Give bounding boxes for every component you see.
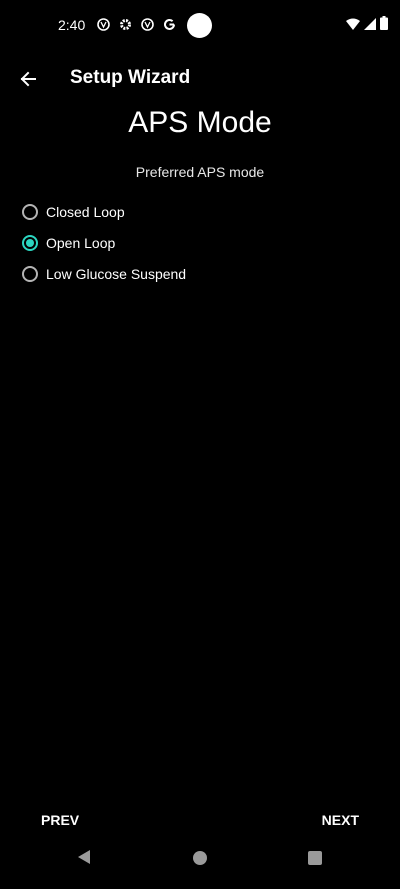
radio-option-closed-loop[interactable]: Closed Loop <box>18 196 378 227</box>
battery-icon <box>380 16 388 35</box>
arrow-left-icon <box>20 71 36 87</box>
app-title: Setup Wizard <box>70 67 191 88</box>
nav-recents-icon[interactable] <box>308 851 322 865</box>
radio-button[interactable] <box>22 265 38 282</box>
app-icon <box>139 16 155 32</box>
camera-cutout <box>187 13 212 38</box>
prev-button[interactable]: PREV <box>33 808 87 832</box>
screen: 2:40 Setup Wizard APS Mode Preferred APS… <box>0 0 400 889</box>
radio-button-selected[interactable] <box>22 234 38 251</box>
nav-home-icon[interactable] <box>193 851 207 865</box>
radio-option-open-loop[interactable]: Open Loop <box>18 227 378 258</box>
app-bar: Setup Wizard <box>0 55 400 103</box>
back-button[interactable] <box>12 63 44 95</box>
settings-icon <box>117 16 133 32</box>
radio-label: Low Glucose Suspend <box>46 265 187 282</box>
aps-mode-radio-group: Closed Loop Open Loop Low Glucose Suspen… <box>18 196 378 289</box>
notification-icons <box>95 16 177 32</box>
app-icon <box>95 16 111 32</box>
page-title: APS Mode <box>128 106 272 139</box>
status-time: 2:40 <box>58 17 86 33</box>
radio-option-low-glucose-suspend[interactable]: Low Glucose Suspend <box>18 258 378 289</box>
radio-button[interactable] <box>22 203 38 220</box>
status-bar: 2:40 <box>0 0 400 50</box>
page-subtitle: Preferred APS mode <box>135 164 265 180</box>
system-status-icons <box>346 16 388 35</box>
google-icon <box>161 16 177 32</box>
system-nav-bar <box>0 841 400 889</box>
radio-label: Open Loop <box>46 234 116 251</box>
next-button[interactable]: NEXT <box>314 808 367 832</box>
wifi-icon <box>346 17 360 35</box>
nav-back-icon[interactable] <box>76 849 92 865</box>
signal-icon <box>364 17 376 35</box>
radio-label: Closed Loop <box>46 203 125 220</box>
